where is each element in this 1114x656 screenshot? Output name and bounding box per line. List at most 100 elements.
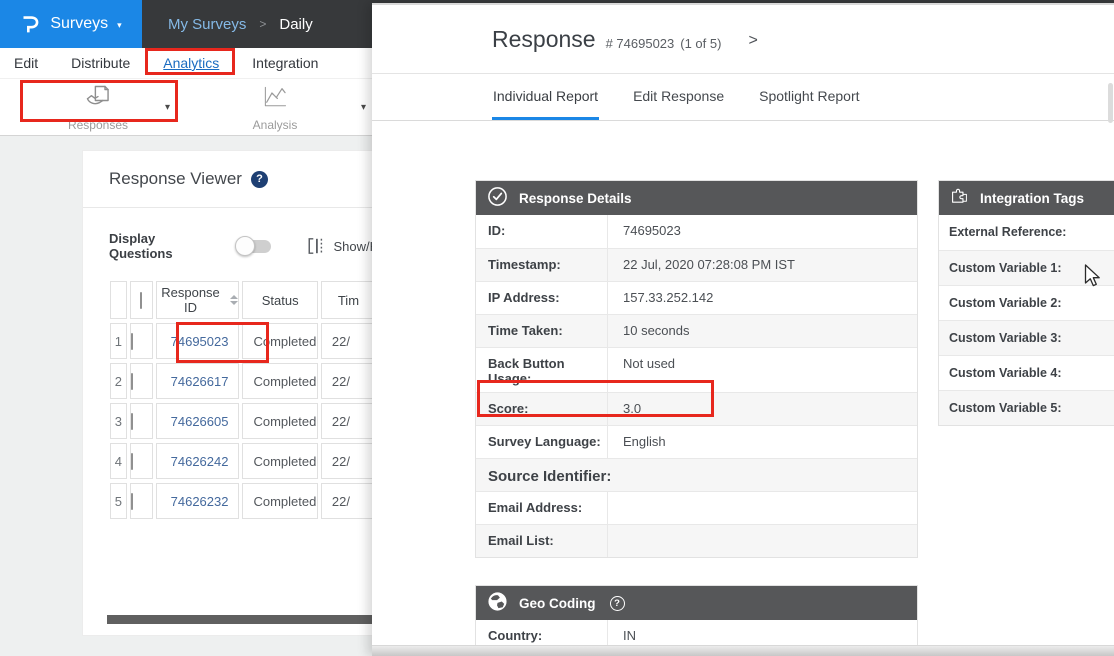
geo-coding-header: Geo Coding ?: [476, 586, 917, 620]
detail-label: Back Button Usage:: [476, 348, 608, 392]
time-cell: 22/: [321, 483, 376, 519]
select-all-header: [130, 281, 153, 319]
integration-row: Custom Variable 3:: [939, 320, 1114, 355]
row-select-cell: [130, 403, 153, 439]
sort-icon[interactable]: [230, 295, 238, 305]
response-id-link[interactable]: 74626605: [156, 403, 240, 439]
viewer-controls: Display Questions Show/H: [109, 231, 379, 261]
row-checkbox[interactable]: [131, 453, 133, 470]
overlay-tabbar: Individual Report Edit Response Spotligh…: [372, 74, 1114, 121]
breadcrumb-my-surveys[interactable]: My Surveys: [168, 16, 246, 33]
row-checkbox[interactable]: [131, 413, 133, 430]
status-cell: Completed: [242, 483, 317, 519]
responses-icon: [84, 83, 112, 116]
page-title: Response Viewer: [109, 169, 242, 189]
overlay-bottom-scrollbar[interactable]: [372, 645, 1114, 656]
detail-row: Survey Language: English: [476, 425, 917, 458]
breadcrumb: My Surveys > Daily: [168, 0, 313, 48]
row-checkbox[interactable]: [131, 373, 133, 390]
analysis-button-label: Analysis: [253, 118, 298, 132]
row-checkbox[interactable]: [131, 493, 133, 510]
tab-integration[interactable]: Integration: [252, 55, 318, 71]
response-id-header[interactable]: Response ID: [156, 281, 240, 319]
detail-value: 3.0: [608, 393, 917, 425]
tab-spotlight-report[interactable]: Spotlight Report: [758, 74, 860, 120]
detail-row: IP Address: 157.33.252.142: [476, 281, 917, 314]
chevron-down-icon: ▾: [117, 20, 122, 31]
vertical-scrollbar-thumb[interactable]: [1108, 83, 1113, 123]
app-screen: Surveys ▾ My Surveys > Daily Edit Distri…: [0, 0, 1114, 656]
row-number: 3: [110, 403, 127, 439]
row-number: 1: [110, 323, 127, 359]
tab-distribute[interactable]: Distribute: [71, 55, 130, 71]
detail-row: Email Address:: [476, 491, 917, 524]
detail-value: 10 seconds: [608, 315, 917, 347]
table-row: 1 74695023 Completed 22/: [110, 323, 376, 359]
integration-tags-title: Integration Tags: [980, 191, 1084, 206]
tab-edit[interactable]: Edit: [14, 55, 38, 71]
puzzle-icon: [950, 187, 969, 209]
overlay-body: Response Details ID: 74695023 Timestamp:…: [372, 123, 1114, 656]
overlay-title: Response: [492, 26, 596, 53]
table-row: 2 74626617 Completed 22/: [110, 363, 376, 399]
detail-value: [608, 492, 917, 524]
time-header: Tim: [321, 281, 376, 319]
show-hide-columns-icon[interactable]: [307, 237, 325, 255]
integration-tags-panel: Integration Tags External Reference: Cus…: [938, 180, 1114, 426]
horizontal-scrollbar[interactable]: [107, 615, 381, 624]
detail-row: ID: 74695023: [476, 215, 917, 248]
response-id-link[interactable]: 74626242: [156, 443, 240, 479]
responses-caret-icon[interactable]: ▾: [165, 102, 170, 113]
response-viewer-header: Response Viewer ?: [83, 151, 379, 208]
detail-row: Time Taken: 10 seconds: [476, 314, 917, 347]
geo-coding-title: Geo Coding: [519, 596, 596, 611]
next-response-icon[interactable]: >: [748, 32, 757, 50]
time-cell: 22/: [321, 403, 376, 439]
breadcrumb-separator-icon: >: [259, 17, 266, 31]
analysis-button[interactable]: Analysis ▾: [200, 82, 350, 132]
response-id-link[interactable]: 74626232: [156, 483, 240, 519]
display-questions-toggle[interactable]: [238, 240, 272, 253]
table-header-row: Response ID Status Tim: [110, 281, 376, 319]
tab-analytics[interactable]: Analytics: [163, 55, 219, 71]
analysis-icon: [261, 83, 289, 116]
status-cell: Completed: [242, 323, 317, 359]
select-all-checkbox[interactable]: [140, 292, 142, 309]
detail-label: Source Identifier:: [476, 459, 917, 491]
time-cell: 22/: [321, 443, 376, 479]
responses-table: Response ID Status Tim 1 74695023 Comple…: [107, 277, 379, 523]
row-number: 4: [110, 443, 127, 479]
detail-row: Timestamp: 22 Jul, 2020 07:28:08 PM IST: [476, 248, 917, 281]
row-number-header: [110, 281, 127, 319]
response-id-link[interactable]: 74626617: [156, 363, 240, 399]
detail-label: Time Taken:: [476, 315, 608, 347]
status-cell: Completed: [242, 363, 317, 399]
detail-row: Back Button Usage: Not used: [476, 347, 917, 392]
tab-edit-response[interactable]: Edit Response: [632, 74, 725, 120]
surveys-menu-button[interactable]: Surveys ▾: [0, 0, 142, 48]
response-ref: # 74695023: [606, 36, 675, 51]
detail-value: English: [608, 426, 917, 458]
integration-row: Custom Variable 4:: [939, 355, 1114, 390]
integration-tags-header: Integration Tags: [939, 181, 1114, 215]
row-checkbox[interactable]: [131, 333, 133, 350]
response-count: (1 of 5): [680, 36, 721, 51]
geo-help-icon[interactable]: ?: [610, 596, 625, 611]
integration-row: Custom Variable 5:: [939, 390, 1114, 425]
detail-row-score: Score: 3.0: [476, 392, 917, 425]
table-row: 5 74626232 Completed 22/: [110, 483, 376, 519]
detail-value: 74695023: [608, 215, 917, 248]
help-icon[interactable]: ?: [251, 171, 268, 188]
row-select-cell: [130, 323, 153, 359]
response-detail-overlay: Response # 74695023 (1 of 5) > Individua…: [372, 3, 1114, 656]
globe-icon: [487, 591, 508, 615]
tab-individual-report[interactable]: Individual Report: [492, 74, 599, 120]
detail-row: Source Identifier:: [476, 458, 917, 491]
response-details-header: Response Details: [476, 181, 917, 215]
responses-button[interactable]: Responses ▾: [22, 82, 174, 132]
status-header: Status: [242, 281, 317, 319]
detail-label: Score:: [476, 393, 608, 425]
response-id-link[interactable]: 74695023: [156, 323, 240, 359]
row-select-cell: [130, 443, 153, 479]
analysis-caret-icon[interactable]: ▾: [361, 102, 366, 113]
